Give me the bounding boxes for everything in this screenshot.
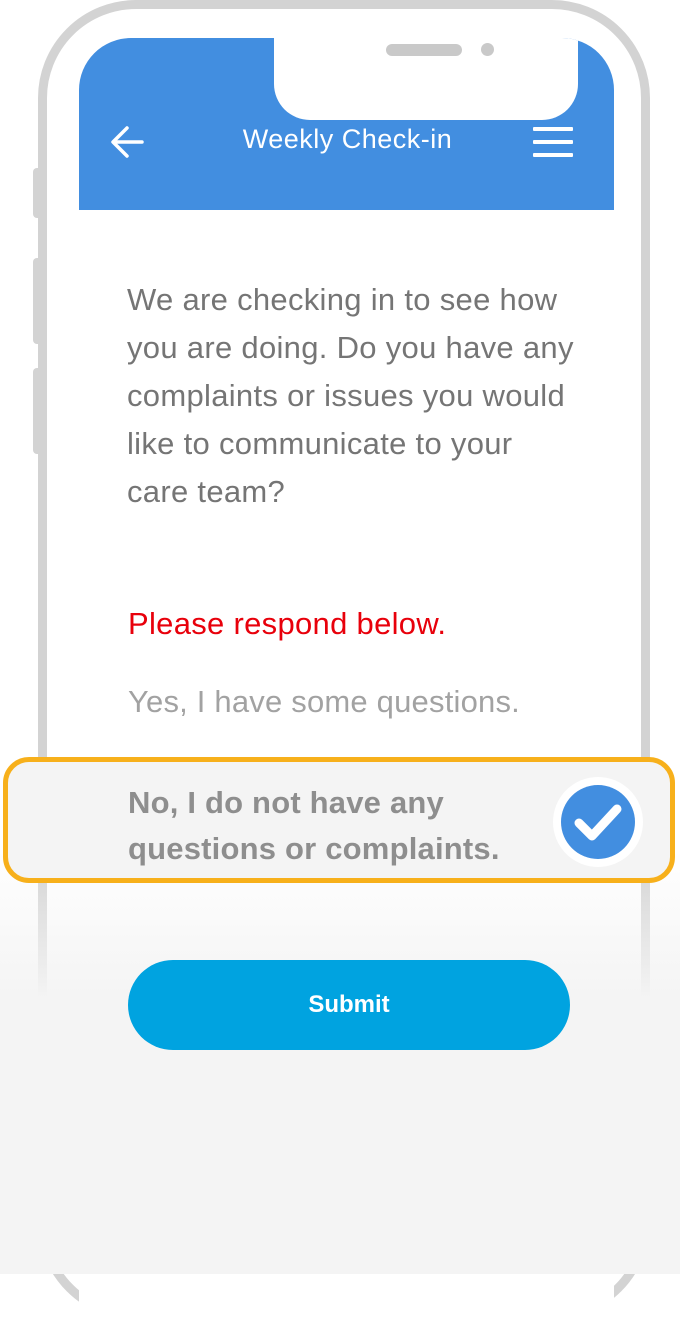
page-title: Weekly Check-in: [242, 124, 453, 154]
bottom-fade: [0, 850, 680, 1274]
option-no-selected[interactable]: No, I do not have any questions or compl…: [3, 757, 675, 883]
arrow-left-icon: [111, 126, 144, 158]
option-yes[interactable]: Yes, I have some questions.: [128, 684, 520, 720]
selected-indicator: [553, 777, 643, 867]
speaker-grille: [386, 44, 462, 56]
checkmark-circle-icon: [561, 785, 635, 859]
hamburger-menu-icon: [533, 127, 573, 157]
back-button[interactable]: [109, 122, 145, 162]
check-in-question: We are checking in to see how you are do…: [127, 282, 574, 509]
menu-button[interactable]: [531, 123, 575, 161]
front-camera: [481, 43, 494, 56]
checkmark-icon: [574, 804, 622, 841]
respond-prompt: Please respond below.: [128, 606, 447, 641]
submit-button[interactable]: Submit: [128, 960, 570, 1050]
option-no-label: No, I do not have any questions or compl…: [128, 785, 500, 866]
phone-notch: [274, 38, 578, 120]
